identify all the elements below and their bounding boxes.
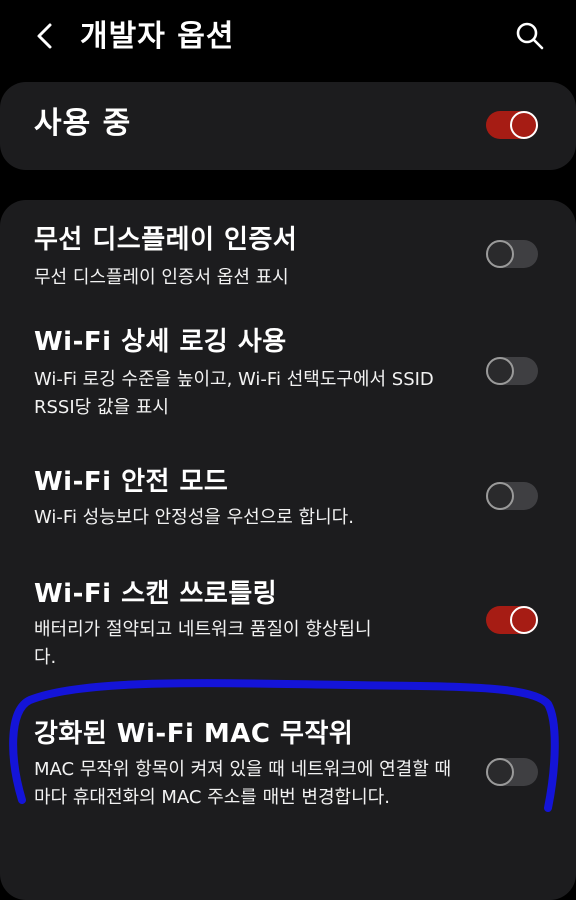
toggle-knob: [486, 357, 514, 385]
setting-description: 무선 디스플레이 인증서 옵션 표시: [34, 267, 289, 288]
back-button[interactable]: [26, 16, 66, 56]
setting-title: 강화된 Wi-Fi MAC 무작위: [34, 719, 354, 749]
mac-randomization-toggle[interactable]: [486, 758, 538, 786]
setting-description: 배터리가 절약되고 네트워크 품질이 향상됩니다.: [34, 619, 372, 668]
wifi-verbose-logging-toggle[interactable]: [486, 357, 538, 385]
toggle-knob: [510, 111, 538, 139]
wireless-display-cert-toggle[interactable]: [486, 240, 538, 268]
setting-title: 무선 디스플레이 인증서: [34, 225, 298, 255]
chevron-left-icon: [37, 23, 52, 49]
master-switch-label: 사용 중: [34, 106, 132, 141]
setting-title: Wi-Fi 상세 로깅 사용: [34, 327, 287, 357]
setting-title: Wi-Fi 스캔 쓰로틀링: [34, 579, 278, 609]
toggle-knob: [486, 240, 514, 268]
setting-title: Wi-Fi 안전 모드: [34, 467, 229, 497]
master-switch-card[interactable]: 사용 중: [0, 82, 576, 170]
wifi-safe-mode-toggle[interactable]: [486, 482, 538, 510]
setting-wireless-display-certification[interactable]: 무선 디스플레이 인증서 무선 디스플레이 인증서 옵션 표시: [0, 210, 576, 308]
setting-description: MAC 무작위 항목이 켜져 있을 때 네트워크에 연결할 때마다 휴대전화의 …: [34, 759, 452, 808]
search-button[interactable]: [512, 18, 548, 54]
setting-wifi-safe-mode[interactable]: Wi-Fi 안전 모드 Wi-Fi 성능보다 안정성을 우선으로 합니다.: [0, 454, 576, 546]
toggle-knob: [510, 606, 538, 634]
toggle-knob: [486, 758, 514, 786]
page-title: 개발자 옵션: [80, 19, 235, 54]
setting-enhanced-wifi-mac-randomization[interactable]: 강화된 Wi-Fi MAC 무작위 MAC 무작위 항목이 켜져 있을 때 네트…: [0, 708, 576, 840]
setting-wifi-scan-throttling[interactable]: Wi-Fi 스캔 쓰로틀링 배터리가 절약되고 네트워크 품질이 향상됩니다.: [0, 566, 576, 686]
setting-wifi-verbose-logging[interactable]: Wi-Fi 상세 로깅 사용 Wi-Fi 로깅 수준을 높이고, Wi-Fi 선…: [0, 312, 576, 432]
search-icon: [516, 22, 544, 50]
master-toggle[interactable]: [486, 111, 538, 139]
wifi-scan-throttling-toggle[interactable]: [486, 606, 538, 634]
setting-description: Wi-Fi 성능보다 안정성을 우선으로 합니다.: [34, 507, 354, 528]
setting-description: Wi-Fi 로깅 수준을 높이고, Wi-Fi 선택도구에서 SSID RSSI…: [34, 369, 434, 418]
app-header: 개발자 옵션: [0, 0, 576, 78]
settings-list: 무선 디스플레이 인증서 무선 디스플레이 인증서 옵션 표시 Wi-Fi 상세…: [0, 200, 576, 900]
toggle-knob: [486, 482, 514, 510]
